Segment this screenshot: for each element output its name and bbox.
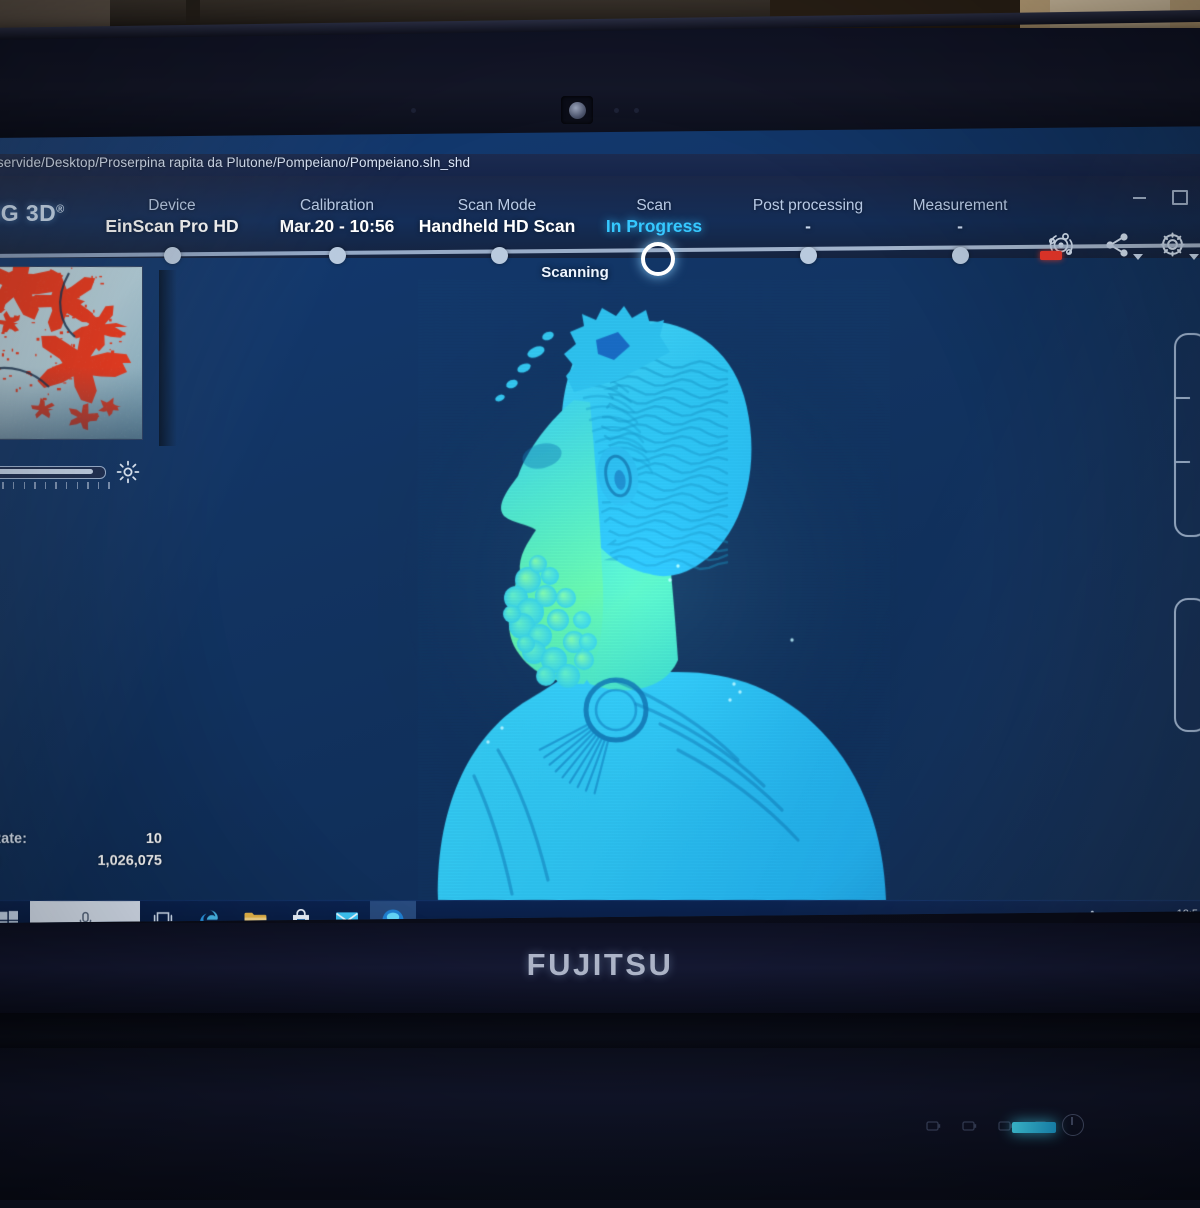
laptop-base bbox=[0, 1048, 1200, 1208]
restore-icon[interactable] bbox=[1172, 190, 1188, 205]
drive-status-icon bbox=[998, 1120, 1013, 1133]
screen-bezel-top bbox=[0, 28, 1200, 138]
minimize-icon[interactable] bbox=[1133, 197, 1146, 199]
step-measurement[interactable]: Measurement - bbox=[855, 196, 1065, 237]
task-view-icon[interactable] bbox=[140, 901, 186, 923]
fujitsu-logo: FUJITSU bbox=[0, 947, 1200, 983]
project-path-text: rs/uservide/Desktop/Proserpina rapita da… bbox=[0, 155, 470, 170]
file-explorer-icon[interactable] bbox=[232, 901, 278, 923]
progress-node-calibration[interactable] bbox=[329, 247, 346, 264]
laptop-hinge bbox=[0, 1013, 1200, 1053]
power-status-icon bbox=[926, 1120, 941, 1133]
power-led bbox=[1012, 1122, 1056, 1133]
shining3d-logo: NING 3D® bbox=[0, 200, 65, 227]
progress-node-post-processing[interactable] bbox=[800, 247, 817, 264]
step-measurement-value: - bbox=[855, 215, 1065, 237]
logo-text: NING 3D bbox=[0, 200, 56, 226]
mic-hole-left bbox=[614, 108, 619, 113]
stat-frame-rate-value: 10 bbox=[146, 828, 162, 850]
laptop-lid: rs/uservide/Desktop/Proserpina rapita da… bbox=[0, 28, 1200, 933]
edge-browser-icon[interactable] bbox=[186, 901, 232, 923]
workflow-progress-track bbox=[0, 249, 1200, 263]
windows-taskbar: 12:5 10/05 bbox=[0, 900, 1200, 923]
battery-status-icon bbox=[962, 1120, 977, 1133]
screen-bezel-bottom: FUJITSU bbox=[0, 923, 1200, 1013]
logo-registered-mark: ® bbox=[56, 203, 65, 215]
stat-points-value: 1,026,075 bbox=[97, 850, 162, 872]
progress-node-device[interactable] bbox=[164, 247, 181, 264]
clock-time: 12:5 bbox=[1170, 908, 1198, 920]
mic-hole-right bbox=[634, 108, 639, 113]
einscan-app-icon[interactable] bbox=[370, 901, 416, 923]
taskbar-clock[interactable]: 12:5 10/05 bbox=[1170, 908, 1198, 923]
progress-node-measurement[interactable] bbox=[952, 247, 969, 264]
volume-icon[interactable] bbox=[1139, 910, 1156, 923]
stat-points-label: Points: bbox=[0, 850, 1, 872]
show-hidden-icons-chevron[interactable] bbox=[1111, 911, 1125, 923]
3d-viewport[interactable]: Left Mouse: Rotate | Middle Mouse: Pan |… bbox=[0, 288, 1200, 923]
stat-frame-rate-label: rame Rate: bbox=[0, 828, 27, 850]
project-path-bar: rs/uservide/Desktop/Proserpina rapita da… bbox=[0, 154, 1200, 177]
progress-node-scan-mode[interactable] bbox=[491, 247, 508, 264]
system-tray: 12:5 10/05 bbox=[1081, 908, 1200, 923]
current-stage-label: Scanning bbox=[0, 264, 1200, 281]
scanned-model[interactable] bbox=[378, 280, 898, 900]
laptop: rs/uservide/Desktop/Proserpina rapita da… bbox=[0, 28, 1200, 1200]
right-tool-panel-secondary[interactable] bbox=[1174, 598, 1200, 732]
webcam-indicator-dot bbox=[411, 108, 416, 113]
mail-icon[interactable] bbox=[324, 901, 370, 923]
scan-statistics: rame Rate: 10 Points: 1,026,075 bbox=[0, 828, 162, 872]
right-tool-panel-primary[interactable] bbox=[1174, 333, 1200, 537]
webcam bbox=[561, 96, 593, 124]
power-button[interactable] bbox=[1062, 1114, 1084, 1136]
webcam-lens bbox=[569, 102, 586, 119]
window-controls bbox=[1133, 190, 1188, 205]
network-icon[interactable] bbox=[1081, 910, 1097, 924]
stat-frame-rate: rame Rate: 10 bbox=[0, 828, 162, 850]
stat-points: Points: 1,026,075 bbox=[0, 850, 162, 872]
step-measurement-caption: Measurement bbox=[855, 196, 1065, 215]
windows-start-icon[interactable] bbox=[0, 901, 30, 923]
cortana-search-box[interactable] bbox=[30, 901, 140, 923]
laptop-screen: rs/uservide/Desktop/Proserpina rapita da… bbox=[0, 126, 1200, 923]
microsoft-store-icon[interactable] bbox=[278, 901, 324, 923]
